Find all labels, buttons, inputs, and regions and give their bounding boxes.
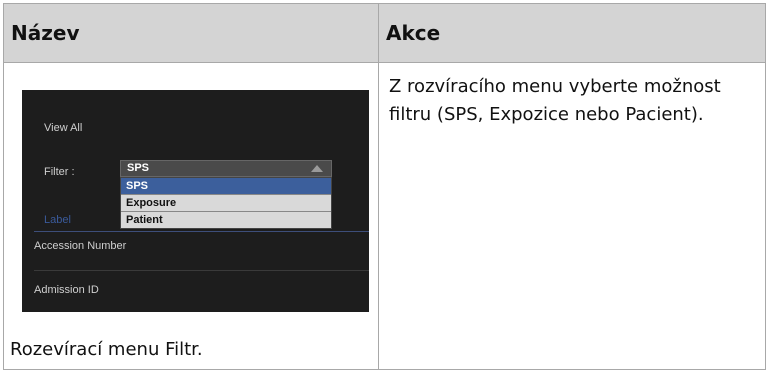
label-label: Label bbox=[44, 214, 71, 226]
option-exposure[interactable]: Exposure bbox=[121, 195, 331, 212]
admission-id-label: Admission ID bbox=[34, 284, 99, 296]
action-cell: Z rozvíracího menu vyberte možnost filtr… bbox=[378, 62, 766, 370]
header-row: Název Akce bbox=[3, 3, 766, 63]
name-cell: View All Filter : Label Accession Number… bbox=[3, 62, 379, 370]
instruction-table: Název Akce View All Filter : Label Acces… bbox=[3, 3, 766, 370]
filter-select-value: SPS bbox=[127, 162, 150, 174]
content-row: View All Filter : Label Accession Number… bbox=[3, 62, 766, 370]
filter-label: Filter : bbox=[44, 166, 75, 178]
header-name: Název bbox=[3, 3, 379, 63]
accession-number-label: Accession Number bbox=[34, 240, 127, 252]
action-text: Z rozvíracího menu vyberte možnost filtr… bbox=[389, 76, 721, 125]
divider bbox=[34, 231, 369, 232]
filter-dropdown: SPS Exposure Patient bbox=[120, 177, 332, 229]
divider bbox=[34, 270, 369, 271]
header-action: Akce bbox=[378, 3, 766, 63]
option-sps[interactable]: SPS bbox=[121, 178, 331, 195]
filter-menu-screenshot: View All Filter : Label Accession Number… bbox=[22, 90, 369, 312]
filter-select[interactable]: SPS bbox=[120, 160, 332, 177]
view-all-label: View All bbox=[44, 122, 83, 134]
chevron-up-icon bbox=[311, 165, 323, 172]
figure-caption: Rozevírací menu Filtr. bbox=[10, 339, 203, 360]
option-patient[interactable]: Patient bbox=[121, 212, 331, 228]
